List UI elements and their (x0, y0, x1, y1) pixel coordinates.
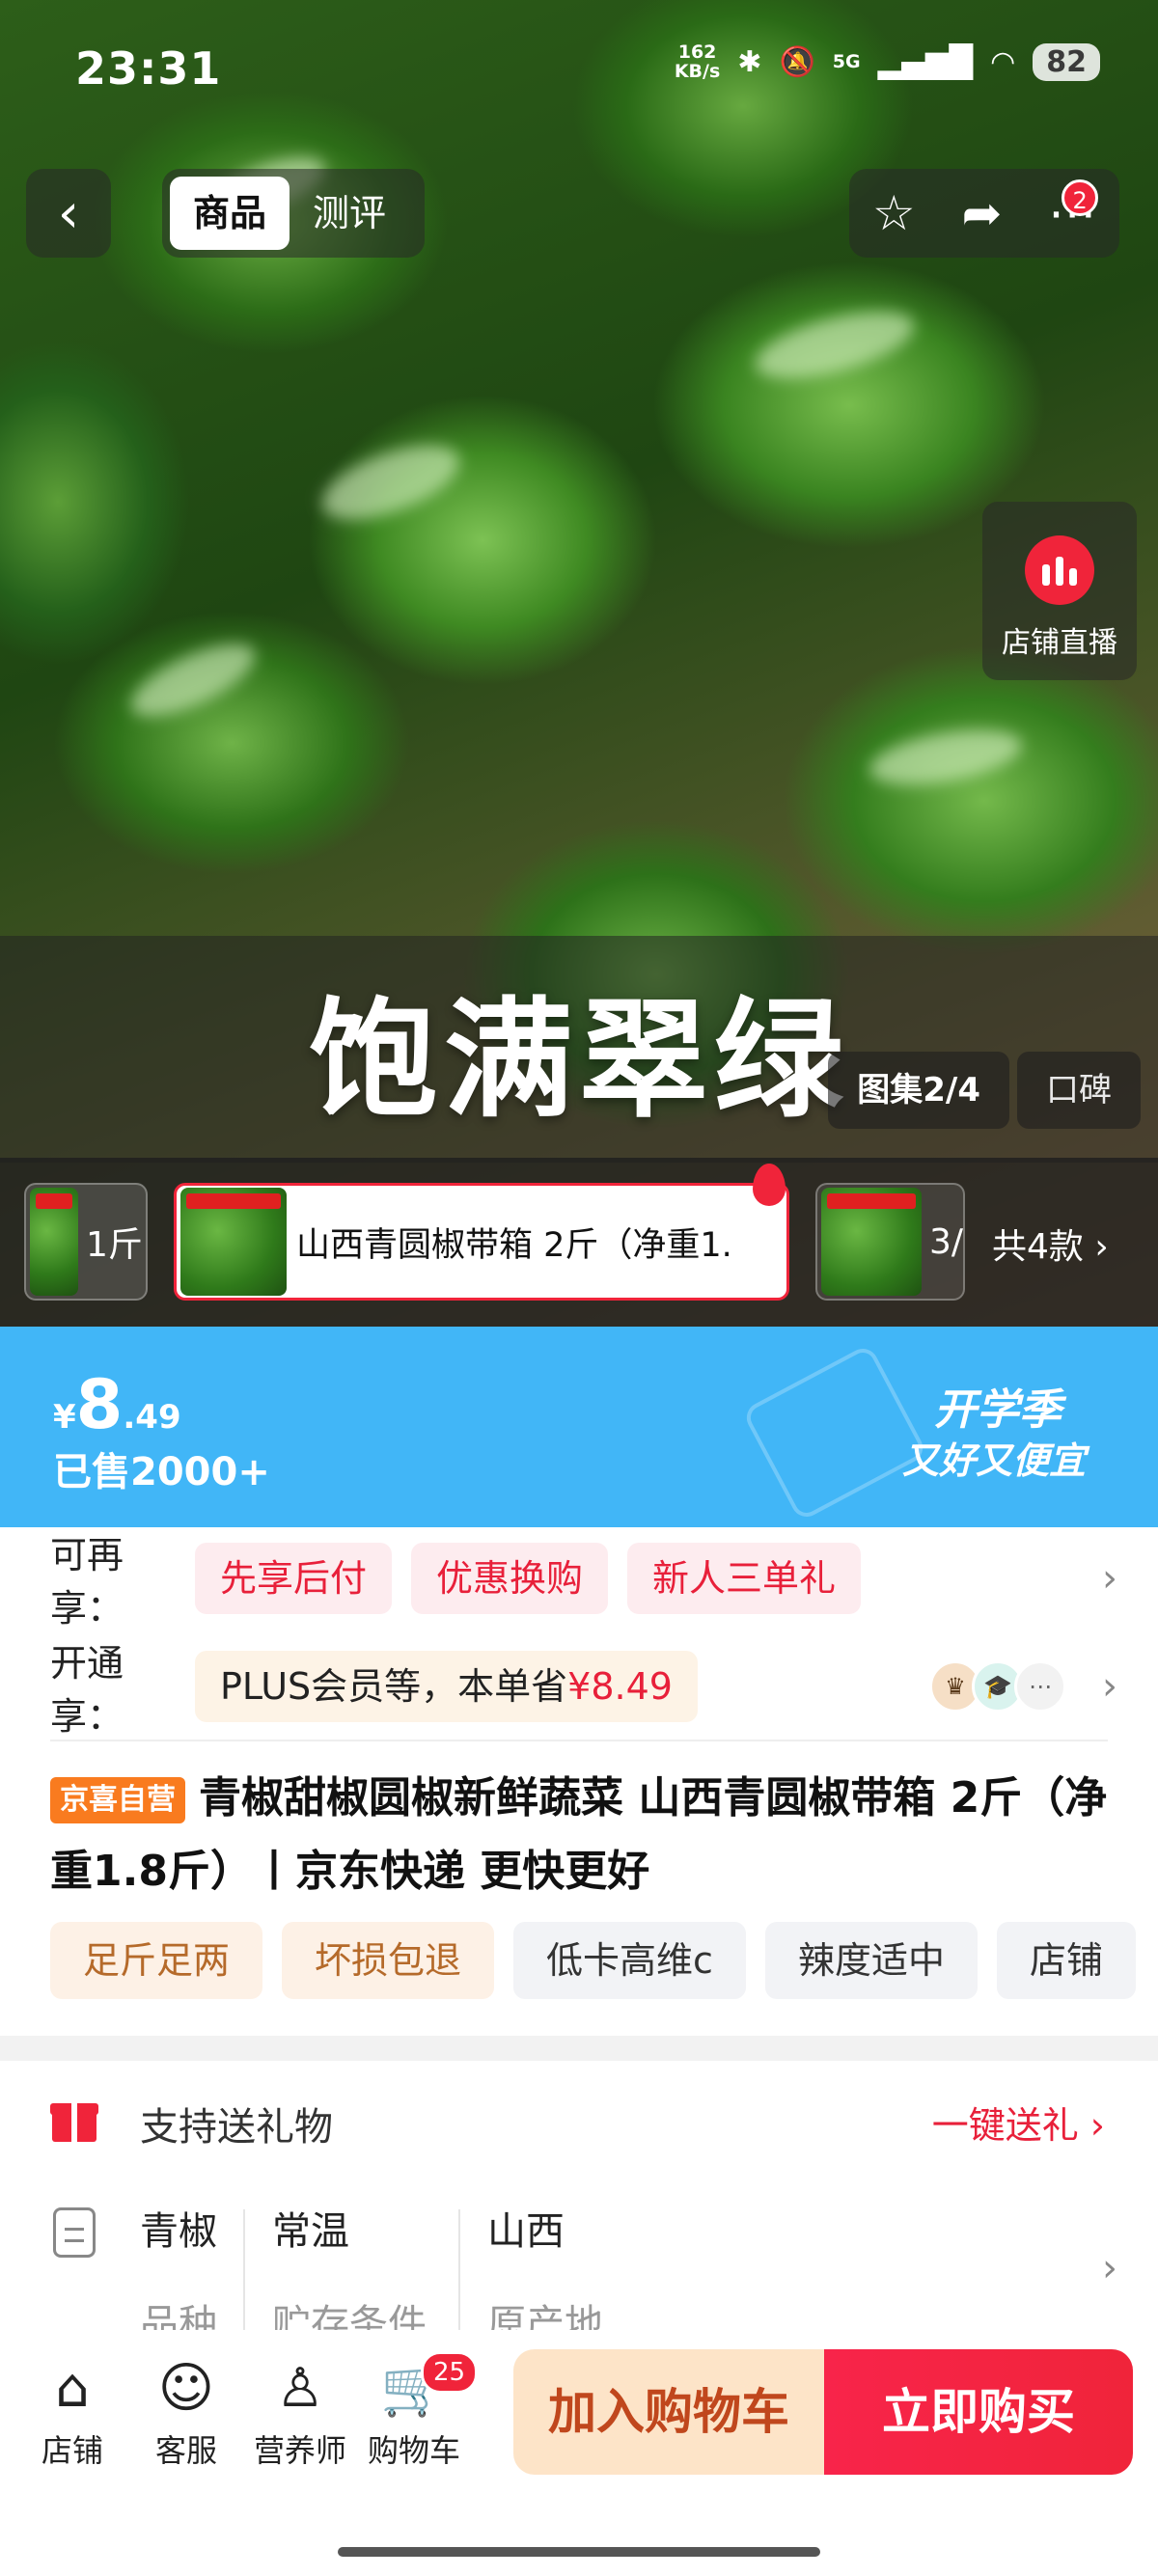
back-button[interactable]: ‹ (26, 169, 111, 258)
back-arrow-icon: ‹ (57, 181, 80, 245)
variant-selector: 1斤 山西青圆椒带箱 2斤（净重1. 3/ 共4款 › (0, 1158, 1158, 1327)
favorite-star-icon[interactable]: ☆ (872, 185, 916, 241)
variant-label: 3/ (928, 1221, 963, 1262)
network-speed: 162 KB/s (674, 41, 721, 82)
cart-count-badge: 25 (421, 2351, 479, 2394)
product-detail-page: 饱满翠绿 图集2/4 口碑 1斤 山西青圆椒带箱 2斤（净重1. 3/ 共4款 … (0, 0, 1158, 2576)
promo-subtitle: 又好又便宜 (901, 1439, 1086, 1482)
divider (50, 1740, 1108, 1741)
variant-option-selected[interactable]: 山西青圆椒带箱 2斤（净重1. (174, 1183, 789, 1301)
plus-member-chip[interactable]: PLUS会员等，本单省¥8.49 (195, 1651, 698, 1722)
price: ¥ 8 .49 (53, 1365, 181, 1444)
decor-shape (741, 1343, 928, 1522)
nav-cart[interactable]: 🛒 购物车 25 (361, 2351, 479, 2471)
price-decimal: .49 (123, 1398, 181, 1437)
product-tags: 足斤足两 坏损包退 低卡高维c 辣度适中 店铺 (50, 1922, 1136, 1999)
gallery-tab[interactable]: 图集2/4 (828, 1052, 1009, 1129)
live-bars-icon (1025, 535, 1094, 605)
reviews-tab[interactable]: 口碑 (1017, 1052, 1141, 1129)
buy-now-button[interactable]: 立即购买 (824, 2349, 1133, 2475)
product-title: 京喜自营 青椒甜椒圆椒新鲜蔬菜 山西青圆椒带箱 2斤（净重1.8斤）丨京东快递 更… (50, 1773, 1108, 1896)
wifi-icon: ◠ (990, 44, 1016, 79)
page-tabs: 商品 测评 (162, 169, 425, 258)
section-separator (0, 2036, 1158, 2061)
spec-item: 山西 原产地 (487, 2209, 603, 2346)
price-banner: ¥ 8 .49 已售2000+ 开学季 又好又便宜 (0, 1327, 1158, 1527)
membership-row[interactable]: 开通享： PLUS会员等，本单省¥8.49 ♛ 🎓 ⋯ › (0, 1642, 1158, 1738)
variant-count-link[interactable]: 共4款 › (992, 1219, 1109, 1269)
spec-divider (458, 2209, 460, 2340)
spec-item: 常温 贮存条件 (272, 2209, 427, 2346)
store-live-button[interactable]: 店铺直播 (982, 502, 1137, 680)
signal-label: 5G (832, 51, 861, 72)
nutritionist-icon: ♙ (275, 2357, 325, 2420)
header-actions: ☆ ➦ ⋯2 (849, 169, 1119, 258)
live-label: 店铺直播 (1002, 626, 1117, 660)
variant-thumbnail (30, 1188, 78, 1296)
variant-thumbnail (821, 1188, 922, 1296)
price-currency: ¥ (53, 1398, 76, 1437)
variant-label: 山西青圆椒带箱 2斤（净重1. (296, 1225, 732, 1265)
gift-label: 支持送礼物 (140, 2105, 333, 2150)
spec-item: 青椒 品种 (140, 2209, 217, 2346)
variant-option[interactable]: 1斤 (24, 1183, 148, 1301)
chevron-right-icon: › (1102, 2246, 1117, 2290)
image-mode-switch: 图集2/4 口碑 (828, 1052, 1141, 1129)
hero-headline: 饱满翠绿 (309, 985, 850, 1136)
price-integer: 8 (75, 1365, 124, 1444)
gift-icon (50, 2094, 98, 2142)
home-indicator[interactable] (338, 2547, 820, 2557)
spec-row[interactable]: 青椒 品种 常温 贮存条件 山西 原产地 › (0, 2200, 1158, 2346)
benefit-chip[interactable]: 优惠换购 (411, 1543, 609, 1614)
status-time: 23:31 (75, 42, 222, 95)
promo-title: 开学季 (934, 1385, 1062, 1435)
customer-service-icon: ☺ (157, 2357, 215, 2420)
benefit-chip[interactable]: 先享后付 (195, 1543, 393, 1614)
product-tag[interactable]: 低卡高维c (513, 1922, 746, 1999)
gift-row[interactable]: 支持送礼物 一键送礼 › (0, 2074, 1158, 2171)
spec-divider (243, 2209, 245, 2340)
more-icon: ⋯ (1014, 1660, 1066, 1713)
chevron-right-icon: › (1102, 1556, 1117, 1601)
bottom-action-bar: ⌂ 店铺 ☺ 客服 ♙ 营养师 🛒 购物车 25 加入购物车 立即购买 (0, 2330, 1158, 2576)
product-tag[interactable]: 辣度适中 (764, 1922, 978, 1999)
mute-icon: 🔕 (779, 44, 815, 79)
nav-store[interactable]: ⌂ 店铺 (19, 2357, 125, 2471)
benefits-row[interactable]: 可再享： 先享后付 优惠换购 新人三单礼 › (0, 1534, 1158, 1630)
variant-thumbnail (180, 1188, 287, 1296)
benefits-label: 可再享： (50, 1534, 124, 1630)
status-bar: 23:31 162 KB/s ✱ 🔕 5G ▂▄▆█ ◠ 82 (0, 0, 1158, 140)
share-icon[interactable]: ➦ (961, 185, 1002, 241)
member-icons: ♛ 🎓 ⋯ (929, 1660, 1066, 1713)
product-tag[interactable]: 坏损包退 (282, 1922, 495, 1999)
product-tag[interactable]: 足斤足两 (50, 1922, 263, 1999)
send-gift-link[interactable]: 一键送礼 › (932, 2096, 1105, 2149)
product-tag[interactable]: 店铺 (996, 1922, 1136, 1999)
status-icons: 162 KB/s ✱ 🔕 5G ▂▄▆█ ◠ 82 (675, 42, 1100, 81)
variant-label: 1斤 (86, 1225, 143, 1265)
saving-amount: ¥8.49 (567, 1665, 673, 1708)
tab-product[interactable]: 商品 (170, 177, 290, 250)
variant-option[interactable]: 3/ (815, 1183, 965, 1301)
sold-count: 已售2000+ (53, 1450, 270, 1494)
more-menu-icon[interactable]: ⋯2 (1048, 179, 1099, 241)
store-icon: ⌂ (55, 2357, 90, 2420)
nav-nutritionist[interactable]: ♙ 营养师 (247, 2357, 353, 2471)
benefit-chip[interactable]: 新人三单礼 (627, 1543, 862, 1614)
bluetooth-icon: ✱ (737, 44, 762, 79)
hot-flame-icon (753, 1164, 786, 1206)
seller-badge: 京喜自营 (50, 1777, 185, 1823)
nav-customer-service[interactable]: ☺ 客服 (133, 2357, 239, 2471)
chevron-right-icon: › (1102, 1664, 1117, 1709)
signal-icon: ▂▄▆█ (877, 43, 974, 80)
document-icon (53, 2207, 96, 2258)
tab-review[interactable]: 测评 (290, 177, 409, 250)
membership-label: 开通享： (50, 1642, 124, 1738)
notification-badge: 2 (1062, 179, 1099, 216)
battery-icon: 82 (1033, 42, 1100, 81)
add-to-cart-button[interactable]: 加入购物车 (513, 2349, 824, 2475)
